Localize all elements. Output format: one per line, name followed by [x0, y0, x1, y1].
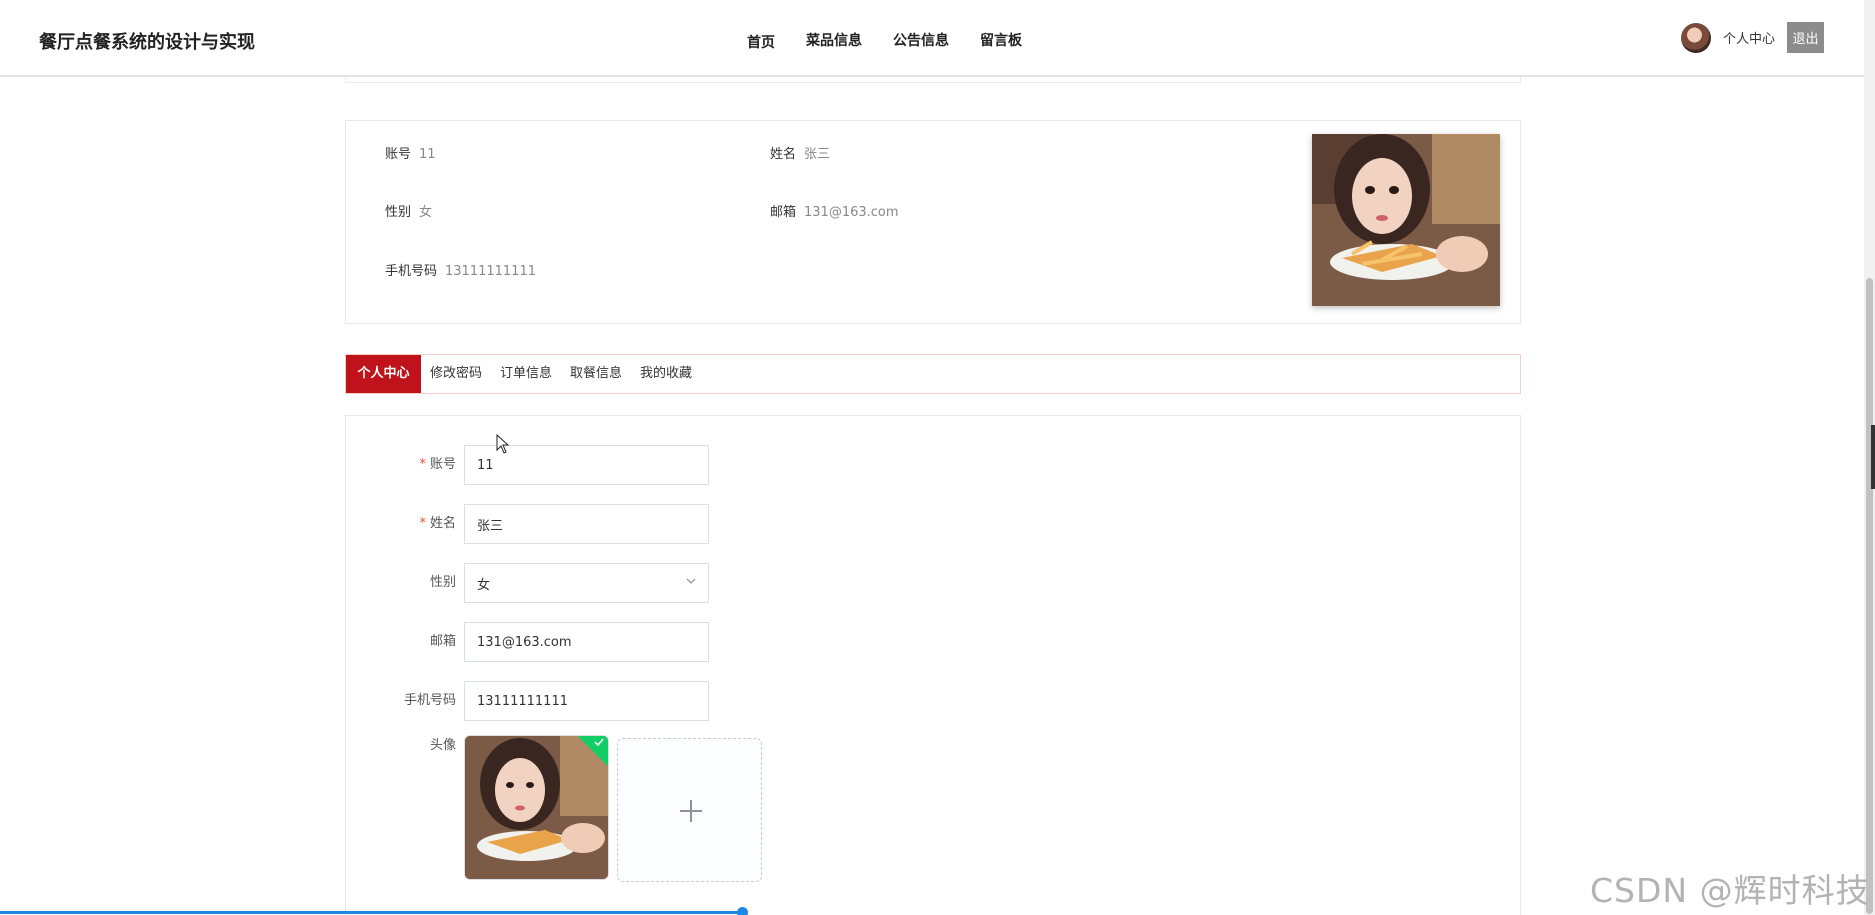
uploaded-avatar-image [465, 736, 608, 879]
top-strip [345, 77, 1521, 83]
profile-photo-image [1312, 134, 1500, 306]
info-gender-value: 女 [419, 205, 433, 220]
nav-home[interactable]: 首页 [747, 32, 775, 52]
tab-change-password[interactable]: 修改密码 [421, 355, 491, 393]
scrollbar-thumb[interactable] [1866, 278, 1873, 914]
name-input[interactable] [464, 504, 709, 544]
logout-button[interactable]: 退出 [1787, 22, 1824, 53]
email-input[interactable] [464, 622, 709, 662]
main-nav: 首页 菜品信息 公告信息 留言板 [747, 30, 1053, 52]
form-row-gender: 性别 [346, 563, 946, 603]
avatar-label: 头像 [429, 738, 456, 753]
phone-input[interactable] [464, 681, 709, 721]
tab-pickup[interactable]: 取餐信息 [561, 355, 631, 393]
account-label: * 账号 [419, 445, 456, 485]
site-title: 餐厅点餐系统的设计与实现 [39, 32, 255, 53]
info-phone-value: 13111111111 [445, 264, 536, 279]
nav-dishes[interactable]: 菜品信息 [806, 30, 862, 52]
chevron-down-icon[interactable] [685, 575, 697, 590]
progress-handle[interactable] [737, 907, 748, 915]
profile-info-card: 账号 11 姓名 张三 性别女 邮箱 131@163.com 手机号码 13111111… [345, 120, 1521, 324]
gender-label: 性别 [429, 575, 456, 590]
tab-favorites[interactable]: 我的收藏 [631, 355, 701, 393]
info-email-label: 邮箱 [770, 205, 797, 220]
info-account-value: 11 [419, 147, 436, 162]
required-mark: * [419, 457, 426, 472]
plus-icon [678, 798, 704, 825]
scrollbar-marker [1871, 425, 1875, 489]
info-email-value: 131@163.com [804, 205, 899, 220]
tab-personal-center[interactable]: 个人中心 [346, 355, 421, 393]
gender-select[interactable] [464, 563, 709, 603]
name-label: * 姓名 [419, 504, 456, 544]
form-row-name: * 姓名 [346, 504, 946, 544]
uploaded-avatar[interactable] [464, 735, 609, 880]
nav-announcements[interactable]: 公告信息 [893, 30, 949, 52]
phone-label: 手机号码 [403, 693, 456, 708]
user-center-link[interactable]: 个人中心 [1723, 28, 1775, 47]
email-label: 邮箱 [429, 634, 456, 649]
upload-add-button[interactable] [617, 738, 762, 882]
info-phone: 手机号码 13111111111 [385, 260, 536, 279]
info-name: 姓名 张三 [770, 143, 830, 162]
profile-photo [1312, 134, 1500, 306]
info-name-value: 张三 [804, 147, 831, 162]
info-gender-label: 性别 [385, 205, 412, 220]
mouse-cursor-icon [496, 434, 510, 454]
info-account-label: 账号 [385, 147, 412, 162]
page-scrollbar[interactable] [1864, 0, 1875, 915]
check-icon [594, 737, 604, 750]
avatar[interactable] [1680, 22, 1711, 53]
info-email: 邮箱 131@163.com [770, 201, 899, 220]
info-name-label: 姓名 [770, 147, 797, 162]
tab-orders[interactable]: 订单信息 [491, 355, 561, 393]
form-row-email: 邮箱 [346, 622, 946, 662]
watermark: CSDN @辉时科技 [1590, 871, 1870, 910]
name-label-text: 姓名 [429, 516, 456, 531]
profile-tabs: 个人中心 修改密码 订单信息 取餐信息 我的收藏 [345, 354, 1521, 394]
info-gender: 性别女 [385, 201, 432, 220]
account-label-text: 账号 [429, 457, 456, 472]
profile-form: *账号 *姓名 性别 邮箱 手机号码 头像 [345, 415, 1521, 915]
top-header: 餐厅点餐系统的设计与实现 首页 菜品信息 公告信息 留言板 个人中心 退出 [0, 0, 1864, 77]
required-mark: * [419, 516, 426, 531]
info-account: 账号 11 [385, 143, 436, 162]
form-row-phone: 手机号码 [346, 681, 946, 721]
form-row-account: * 账号 [346, 445, 946, 485]
nav-message-board[interactable]: 留言板 [980, 30, 1022, 52]
user-area: 个人中心 退出 [1680, 22, 1824, 53]
page: 餐厅点餐系统的设计与实现 首页 菜品信息 公告信息 留言板 个人中心 退出 账号… [0, 0, 1875, 915]
progress-bar [0, 911, 745, 914]
info-phone-label: 手机号码 [385, 264, 438, 279]
